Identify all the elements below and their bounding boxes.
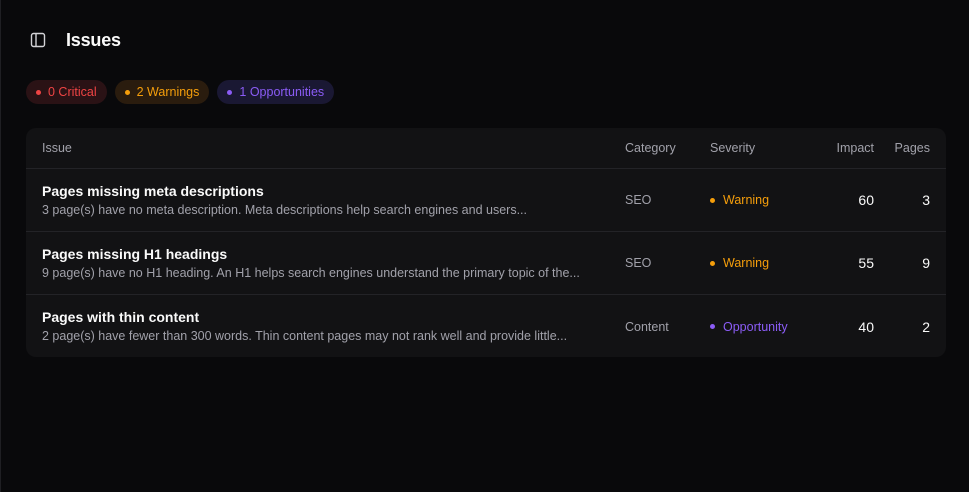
issue-summary-badges: 0 Critical 2 Warnings 1 Opportunities [26,80,335,104]
sidebar-toggle-icon [30,32,46,48]
severity-badge: Opportunity [710,320,810,334]
pages-cell: 3 [922,192,930,208]
warning-dot-icon [710,197,715,203]
impact-cell: 40 [858,318,874,335]
severity-label: Warning [723,256,770,270]
column-header-category[interactable]: Category [625,141,710,155]
severity-badge: Warning [710,256,810,270]
column-header-impact[interactable]: Impact [810,141,874,155]
table-row[interactable]: Pages missing meta descriptions 3 page(s… [26,169,946,232]
critical-count-badge[interactable]: 0 Critical [26,80,107,104]
pages-cell: 9 [922,255,930,271]
severity-badge: Warning [710,193,810,207]
critical-count-label: 0 Critical [48,85,97,99]
impact-cell: 60 [858,192,874,208]
column-header-issue[interactable]: Issue [26,141,625,155]
critical-dot-icon [36,89,41,95]
opportunities-count-label: 1 Opportunities [239,85,325,99]
warnings-count-label: 2 Warnings [136,85,200,99]
page-header: Issues [29,28,121,52]
column-header-severity[interactable]: Severity [710,141,810,155]
severity-label: Opportunity [723,319,788,334]
category-cell: SEO [625,193,652,207]
category-cell: Content [625,319,669,334]
severity-cell: Opportunity [710,320,810,334]
category-cell: SEO [625,256,652,270]
severity-cell: Warning [710,256,810,270]
warnings-count-badge[interactable]: 2 Warnings [114,80,210,104]
page-title: Issues [66,29,121,50]
issue-title: Pages with thin content [42,309,200,325]
issue-cell: Pages missing meta descriptions 3 page(s… [26,182,625,219]
table-row[interactable]: Pages with thin content 2 page(s) have f… [26,295,946,357]
warning-dot-icon [124,89,130,95]
issues-table: Issue Category Severity Impact Pages Pag… [26,128,946,357]
issue-description: 2 page(s) have fewer than 300 words. Thi… [42,329,568,343]
warning-dot-icon [710,260,715,266]
impact-cell: 55 [858,255,874,271]
issue-title: Pages missing H1 headings [42,245,228,262]
severity-label: Warning [723,193,770,207]
severity-cell: Warning [710,193,810,207]
issue-description: 9 page(s) have no H1 heading. An H1 help… [42,265,580,280]
opportunity-dot-icon [710,324,715,329]
issue-description: 3 page(s) have no meta description. Meta… [42,202,527,217]
opportunities-count-badge[interactable]: 1 Opportunities [217,80,335,104]
column-header-pages[interactable]: Pages [874,141,930,155]
issue-title: Pages missing meta descriptions [42,182,264,199]
opportunity-dot-icon [227,89,233,95]
app-frame: Issues 0 Critical 2 Warnings 1 Opportuni… [0,0,969,492]
table-row[interactable]: Pages missing H1 headings 9 page(s) have… [26,232,946,295]
table-header: Issue Category Severity Impact Pages [26,128,946,169]
issue-cell: Pages with thin content 2 page(s) have f… [26,308,625,345]
issue-cell: Pages missing H1 headings 9 page(s) have… [26,245,625,282]
sidebar-toggle-button[interactable] [29,31,47,49]
pages-cell: 2 [922,318,930,335]
